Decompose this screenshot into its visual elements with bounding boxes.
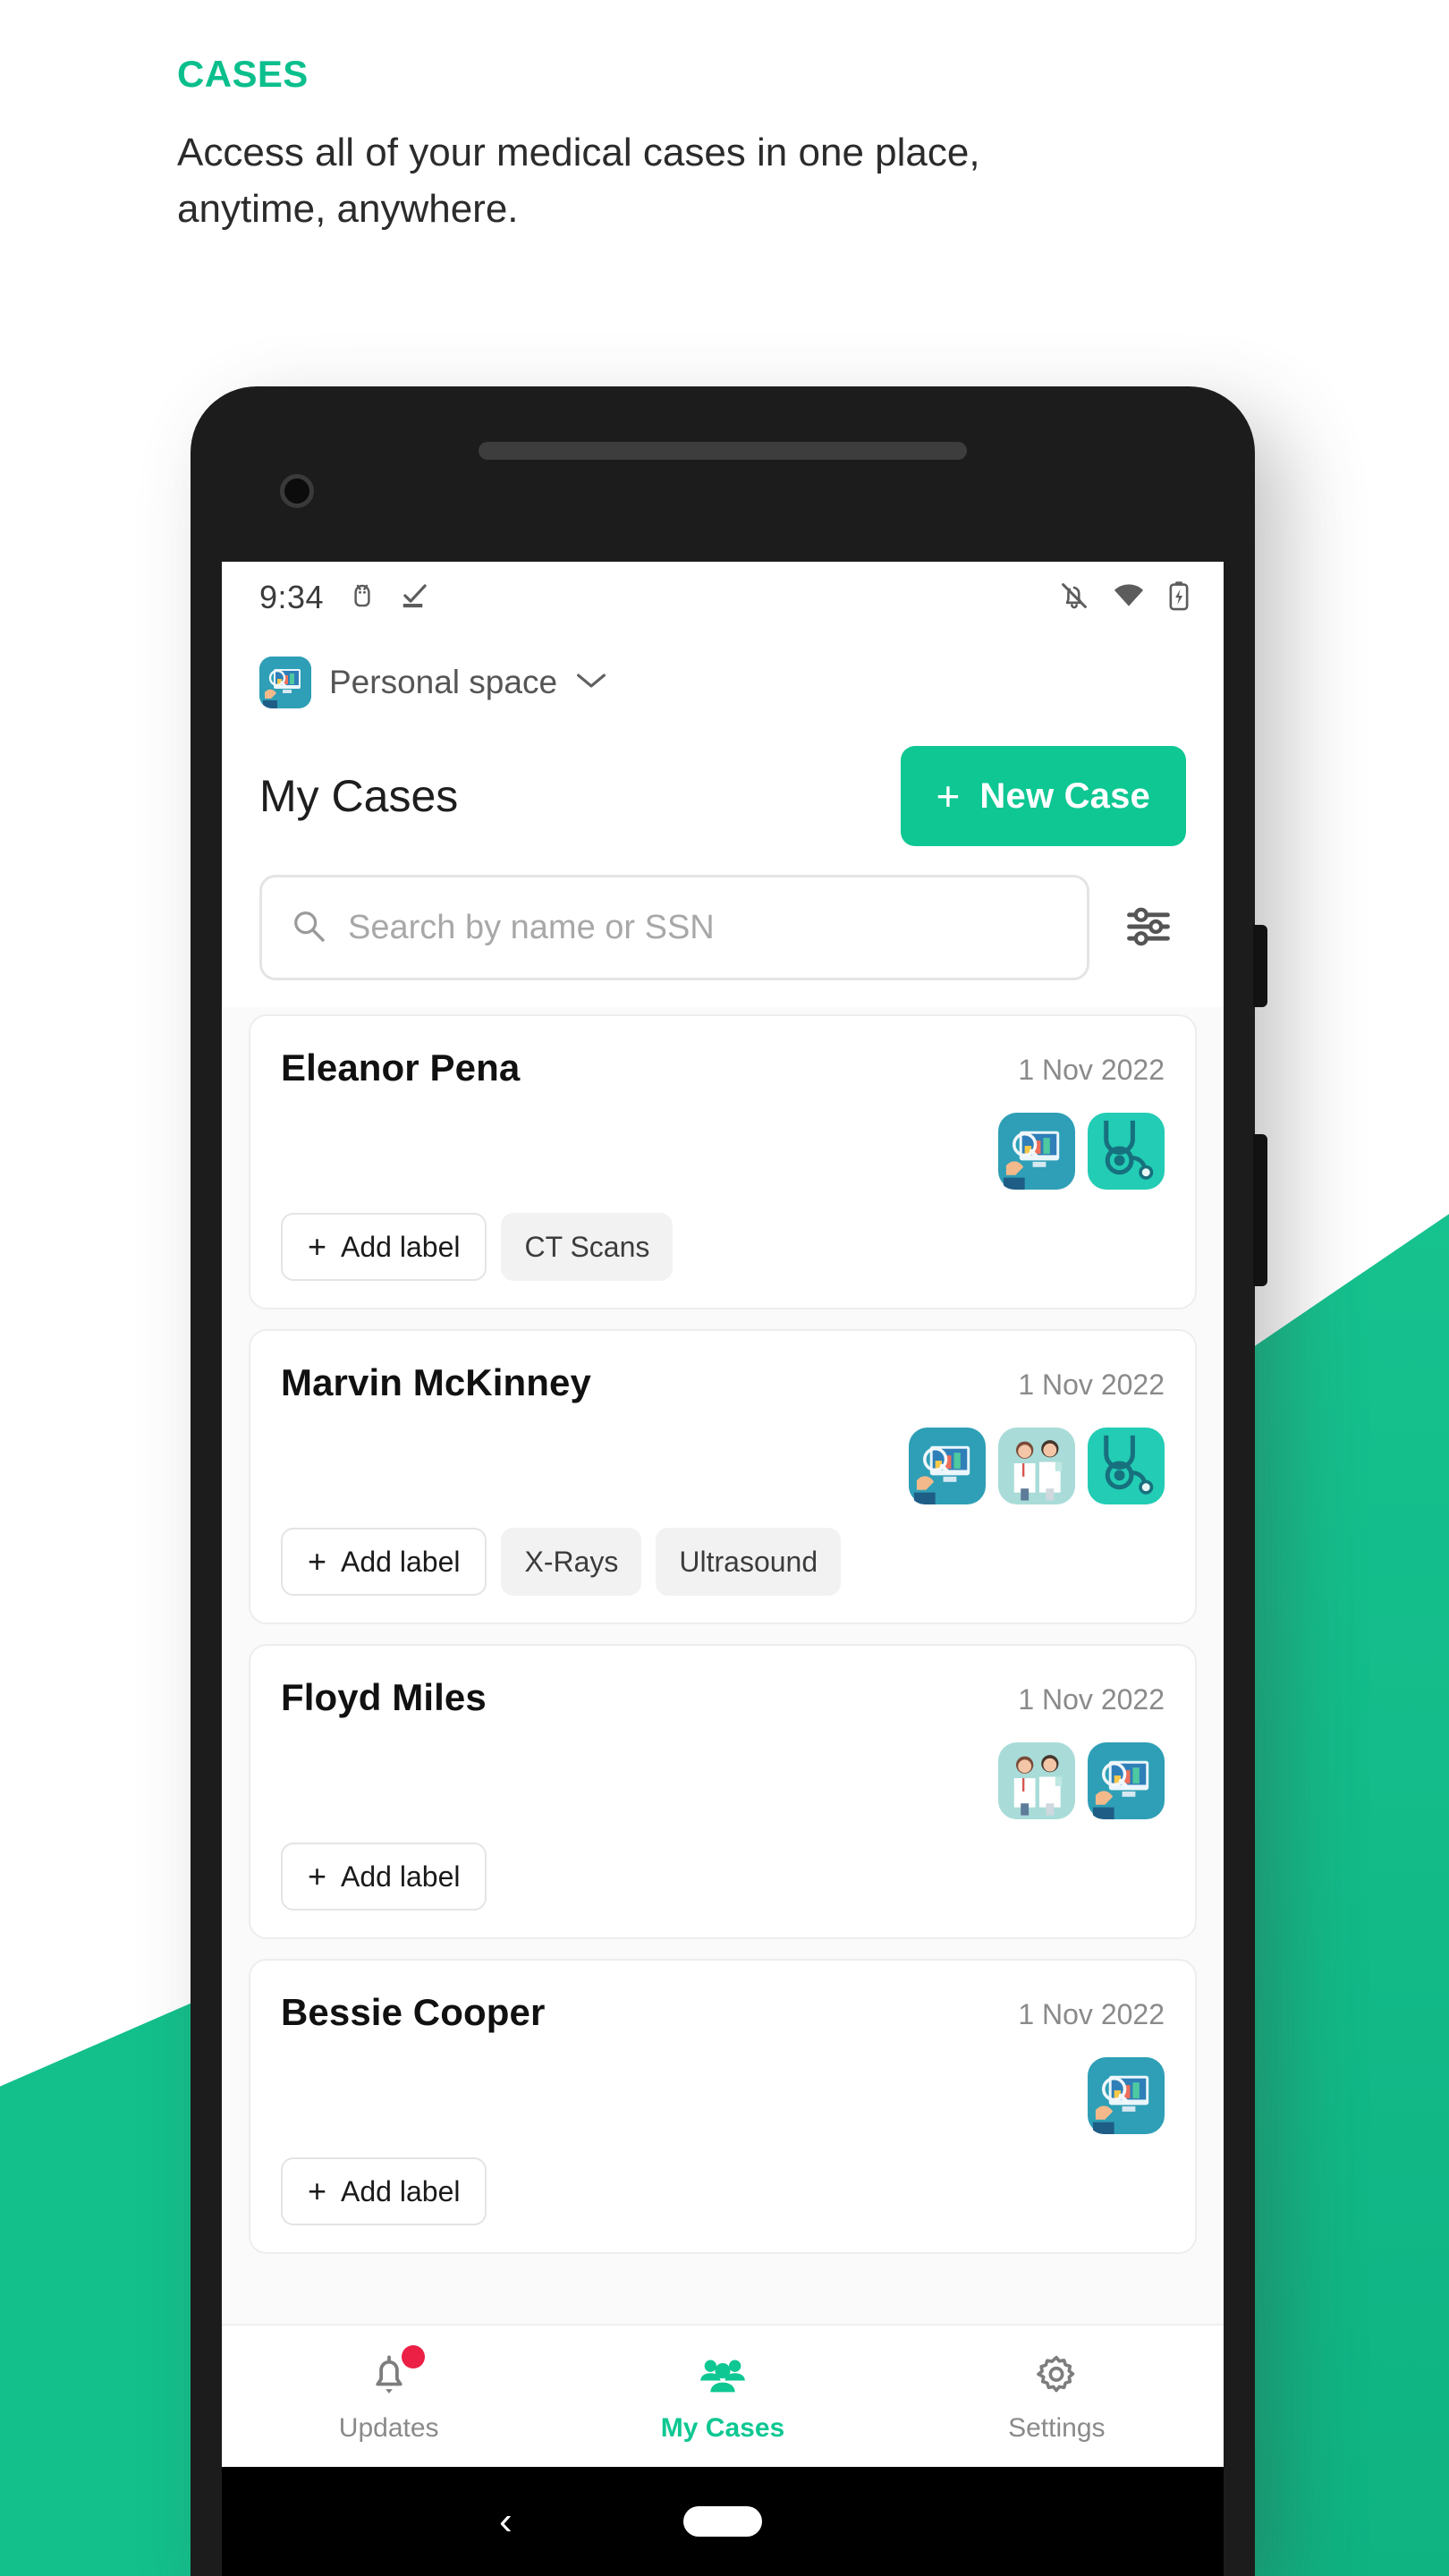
people-icon bbox=[699, 2349, 747, 2402]
space-selector[interactable]: Personal space bbox=[222, 633, 1224, 716]
promo-screenshot: CASES Access all of your medical cases i… bbox=[0, 0, 1449, 2576]
case-labels: + Add label X-Rays Ultrasound bbox=[281, 1528, 1165, 1596]
bell-icon bbox=[366, 2345, 425, 2402]
plus-icon: + bbox=[308, 1858, 327, 1894]
plus-icon: + bbox=[308, 1543, 327, 1580]
search-box[interactable] bbox=[259, 875, 1089, 980]
analytics-desk-avatar bbox=[1088, 2057, 1165, 2134]
phone-volume-button[interactable] bbox=[1253, 1134, 1267, 1286]
case-labels: + Add label bbox=[281, 1843, 1165, 1911]
status-bar-clock: 9:34 bbox=[259, 579, 325, 615]
case-card[interactable]: Floyd Miles 1 Nov 2022 + Add label bbox=[249, 1644, 1197, 1939]
filter-sliders-icon bbox=[1123, 902, 1174, 954]
status-bar: 9:34 bbox=[222, 562, 1224, 633]
status-bar-left: 9:34 bbox=[259, 579, 429, 616]
android-system-nav: ‹ bbox=[222, 2467, 1224, 2576]
case-card[interactable]: Eleanor Pena 1 Nov 2022 + Add label CT S… bbox=[249, 1014, 1197, 1309]
promo-copy: CASES Access all of your medical cases i… bbox=[177, 53, 1179, 237]
android-back-icon[interactable]: ‹ bbox=[499, 2502, 513, 2541]
case-card-header: Marvin McKinney 1 Nov 2022 bbox=[281, 1361, 1165, 1404]
new-case-button[interactable]: + New Case bbox=[900, 746, 1186, 846]
case-date: 1 Nov 2022 bbox=[1018, 1368, 1165, 1401]
check-download-icon bbox=[401, 581, 429, 614]
doctors-pair-avatar bbox=[998, 1428, 1075, 1504]
phone-front-camera bbox=[280, 474, 314, 508]
add-label-button[interactable]: + Add label bbox=[281, 1528, 487, 1596]
stethoscope-avatar bbox=[1088, 1113, 1165, 1190]
case-date: 1 Nov 2022 bbox=[1018, 1998, 1165, 2030]
page-title: My Cases bbox=[259, 771, 459, 821]
phone-frame: 9:34 Personal space My Cases + New Case … bbox=[191, 386, 1267, 2576]
space-selector-label: Personal space bbox=[329, 664, 558, 700]
case-date: 1 Nov 2022 bbox=[1018, 1054, 1165, 1086]
case-card[interactable]: Bessie Cooper 1 Nov 2022 + Add label bbox=[249, 1959, 1197, 2254]
case-patient-name: Floyd Miles bbox=[281, 1676, 487, 1718]
case-card[interactable]: Marvin McKinney 1 Nov 2022 + Add label X… bbox=[249, 1329, 1197, 1624]
bottom-navigation: Updates My Cases Settings bbox=[222, 2324, 1224, 2467]
phone-earpiece bbox=[479, 442, 967, 460]
nav-item-label: Updates bbox=[338, 2413, 439, 2443]
case-patient-name: Bessie Cooper bbox=[281, 1991, 546, 2033]
status-bar-right bbox=[1059, 580, 1190, 615]
case-tag[interactable]: CT Scans bbox=[501, 1213, 674, 1281]
stethoscope-avatar bbox=[1088, 1428, 1165, 1504]
plus-icon: + bbox=[308, 1228, 327, 1265]
nav-item-my-cases[interactable]: My Cases bbox=[555, 2349, 889, 2444]
case-avatars bbox=[281, 1113, 1165, 1190]
analytics-desk-avatar bbox=[909, 1428, 986, 1504]
case-avatars bbox=[281, 1428, 1165, 1504]
analytics-desk-avatar bbox=[1088, 1742, 1165, 1819]
case-labels: + Add label bbox=[281, 2157, 1165, 2225]
phone-screen: 9:34 Personal space My Cases + New Case … bbox=[222, 562, 1224, 2467]
case-patient-name: Marvin McKinney bbox=[281, 1361, 591, 1403]
search-input[interactable] bbox=[348, 908, 1058, 947]
plus-icon: + bbox=[936, 773, 961, 819]
add-label-button-label: Add label bbox=[341, 1545, 461, 1578]
nav-item-updates[interactable]: Updates bbox=[222, 2345, 555, 2444]
promo-eyebrow: CASES bbox=[177, 53, 309, 95]
promo-subhead: Access all of your medical cases in one … bbox=[177, 131, 980, 231]
chevron-down-icon[interactable] bbox=[575, 671, 607, 695]
case-card-header: Eleanor Pena 1 Nov 2022 bbox=[281, 1046, 1165, 1089]
doctors-pair-avatar bbox=[998, 1742, 1075, 1819]
nav-item-label: My Cases bbox=[660, 2413, 785, 2443]
search-icon bbox=[291, 908, 326, 948]
case-card-header: Floyd Miles 1 Nov 2022 bbox=[281, 1676, 1165, 1719]
case-labels: + Add label CT Scans bbox=[281, 1213, 1165, 1281]
analytics-desk-avatar bbox=[998, 1113, 1075, 1190]
nav-item-label: Settings bbox=[1008, 2413, 1106, 2443]
phone-power-button[interactable] bbox=[1253, 925, 1267, 1007]
nav-item-settings[interactable]: Settings bbox=[890, 2349, 1224, 2444]
new-case-button-label: New Case bbox=[979, 775, 1150, 816]
plus-icon: + bbox=[308, 2173, 327, 2209]
case-avatars bbox=[281, 1742, 1165, 1819]
updates-badge bbox=[401, 2345, 425, 2368]
case-tag[interactable]: X-Rays bbox=[501, 1528, 642, 1596]
android-debug-icon bbox=[349, 581, 376, 614]
android-home-pill[interactable] bbox=[683, 2506, 762, 2537]
search-row bbox=[222, 869, 1224, 1007]
filter-button[interactable] bbox=[1111, 890, 1186, 965]
case-date: 1 Nov 2022 bbox=[1018, 1683, 1165, 1716]
page-header: My Cases + New Case bbox=[222, 716, 1224, 869]
personal-space-avatar bbox=[259, 657, 311, 708]
add-label-button-label: Add label bbox=[341, 2174, 461, 2207]
add-label-button-label: Add label bbox=[341, 1230, 461, 1263]
wifi-icon bbox=[1113, 582, 1145, 614]
case-list[interactable]: Eleanor Pena 1 Nov 2022 + Add label CT S… bbox=[222, 1007, 1224, 2411]
add-label-button[interactable]: + Add label bbox=[281, 2157, 487, 2225]
add-label-button[interactable]: + Add label bbox=[281, 1843, 487, 1911]
add-label-button[interactable]: + Add label bbox=[281, 1213, 487, 1281]
battery-charging-icon bbox=[1168, 580, 1190, 615]
bell-off-icon bbox=[1059, 580, 1089, 615]
add-label-button-label: Add label bbox=[341, 1860, 461, 1893]
case-patient-name: Eleanor Pena bbox=[281, 1046, 521, 1089]
case-tag[interactable]: Ultrasound bbox=[656, 1528, 842, 1596]
case-avatars bbox=[281, 2057, 1165, 2134]
gear-icon bbox=[1032, 2349, 1080, 2402]
case-card-header: Bessie Cooper 1 Nov 2022 bbox=[281, 1991, 1165, 2034]
